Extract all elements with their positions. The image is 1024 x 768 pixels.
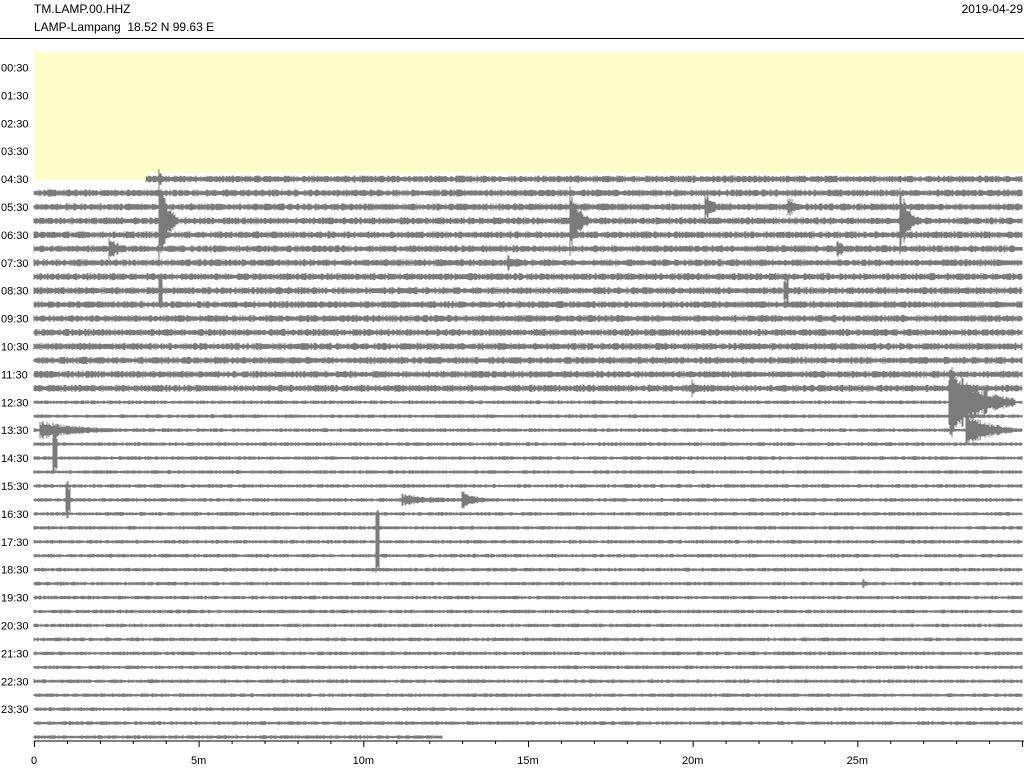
row-label: 05:30 bbox=[1, 202, 29, 214]
seismic-trace bbox=[33, 414, 1023, 419]
row-label: 10:30 bbox=[1, 341, 29, 353]
seismic-trace bbox=[33, 721, 1023, 726]
seismic-trace bbox=[33, 539, 1023, 544]
no-data-region bbox=[34, 52, 1024, 174]
helicorder-plot: 00:30 01:30 02:30 03:30 04:30 05:30 06:30 07:30… bbox=[1, 52, 1024, 767]
x-tick-label: 0 bbox=[31, 755, 37, 767]
row-label: 00:30 bbox=[1, 62, 29, 74]
seismic-trace bbox=[33, 342, 1023, 351]
row-label: 09:30 bbox=[1, 314, 29, 326]
seismic-trace bbox=[33, 595, 1023, 600]
row-label: 04:30 bbox=[1, 174, 29, 186]
seismic-trace bbox=[33, 238, 1023, 260]
row-label: 23:30 bbox=[1, 704, 29, 716]
row-label: 21:30 bbox=[1, 648, 29, 660]
seismic-trace bbox=[33, 254, 1023, 271]
seismic-trace bbox=[33, 434, 1023, 454]
seismic-trace bbox=[33, 679, 1023, 684]
row-label: 13:30 bbox=[1, 425, 29, 437]
x-axis: 0 5m 10m 15m 20m 25m bbox=[31, 740, 1024, 767]
row-label: 17:30 bbox=[1, 537, 29, 549]
row-label: 11:30 bbox=[1, 369, 28, 381]
x-tick-label: 20m bbox=[682, 755, 703, 767]
seismic-trace bbox=[33, 328, 1023, 337]
row-label: 03:30 bbox=[1, 146, 29, 158]
seismic-trace bbox=[33, 443, 1023, 473]
seismic-trace bbox=[33, 735, 443, 739]
row-label: 01:30 bbox=[1, 90, 29, 102]
row-label: 12:30 bbox=[1, 397, 29, 409]
x-tick-label: 10m bbox=[353, 755, 374, 767]
trace-group bbox=[33, 169, 1023, 739]
seismic-trace bbox=[33, 273, 1023, 281]
row-label: 22:30 bbox=[1, 676, 29, 688]
seismic-trace bbox=[33, 415, 1023, 445]
row-label: 06:30 bbox=[1, 230, 29, 242]
x-tick-label: 25m bbox=[847, 755, 868, 767]
row-label: 14:30 bbox=[1, 453, 29, 465]
row-label: 18:30 bbox=[1, 565, 29, 577]
seismic-trace bbox=[33, 370, 1023, 378]
seismic-trace bbox=[33, 314, 1023, 323]
x-tick-label: 5m bbox=[191, 755, 206, 767]
row-label: 08:30 bbox=[1, 286, 29, 298]
seismic-trace bbox=[33, 301, 1023, 309]
seismic-trace bbox=[33, 484, 1023, 488]
seismic-trace bbox=[33, 665, 1023, 670]
seismic-trace bbox=[33, 623, 1023, 628]
row-label: 16:30 bbox=[1, 509, 29, 521]
row-label: 19:30 bbox=[1, 593, 29, 605]
seismic-trace bbox=[33, 189, 1023, 197]
seismic-trace bbox=[33, 194, 1023, 220]
seismic-trace bbox=[33, 567, 1023, 572]
seismic-trace bbox=[33, 693, 1023, 698]
seismic-trace bbox=[33, 707, 1023, 712]
seismic-trace bbox=[33, 637, 1023, 642]
no-data-region-step bbox=[34, 173, 146, 181]
seismic-trace bbox=[33, 231, 1023, 239]
seismic-trace bbox=[33, 367, 1023, 438]
row-label: 07:30 bbox=[1, 258, 29, 270]
row-label: 15:30 bbox=[1, 481, 29, 493]
seismic-trace bbox=[33, 511, 1023, 516]
row-label: 02:30 bbox=[1, 118, 29, 130]
seismic-trace bbox=[33, 609, 1023, 614]
row-label-group: 00:30 01:30 02:30 03:30 04:30 05:30 06:30 07:30… bbox=[1, 62, 29, 716]
x-tick-label: 15m bbox=[517, 755, 538, 767]
row-label: 20:30 bbox=[1, 620, 29, 632]
seismic-trace bbox=[33, 578, 1023, 589]
seismic-trace bbox=[33, 470, 1023, 474]
seismic-trace bbox=[33, 651, 1023, 656]
seismic-trace bbox=[33, 538, 1023, 573]
seismic-trace bbox=[33, 356, 1023, 364]
seismic-trace bbox=[33, 379, 1023, 398]
